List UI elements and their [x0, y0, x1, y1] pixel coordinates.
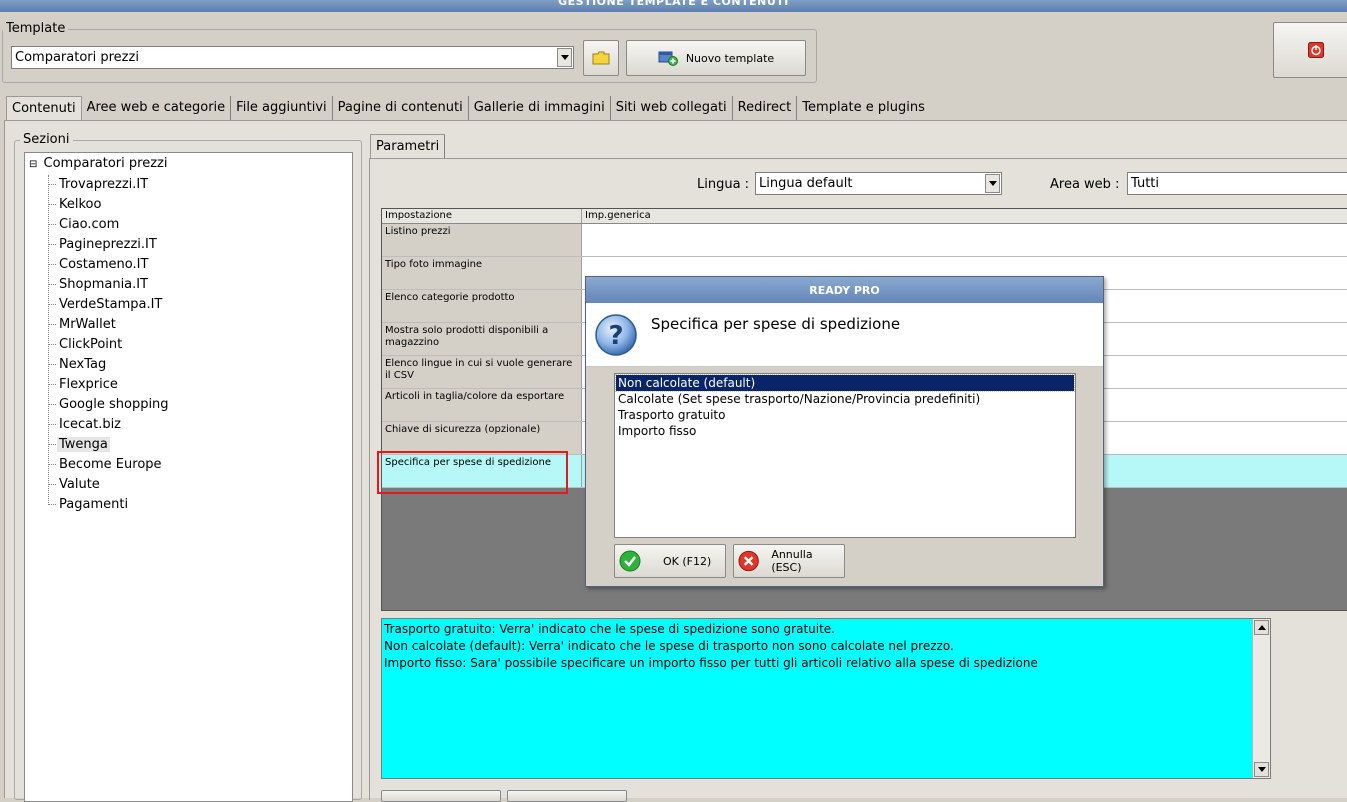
tab-template-plugins[interactable]: Template e plugins	[797, 96, 930, 120]
tree-item[interactable]: Icecat.biz	[49, 415, 123, 435]
scroll-up-icon[interactable]	[1254, 620, 1269, 635]
dialog-heading: Specifica per spese di spedizione	[651, 315, 901, 333]
tree-item[interactable]: Flexprice	[49, 375, 120, 395]
lingua-label: Lingua :	[697, 177, 750, 192]
sections-tree[interactable]: ⊟ Comparatori prezzi Trovaprezzi.IT Kelk…	[24, 152, 353, 802]
new-template-label: Nuovo template	[685, 51, 775, 65]
main-tabs: Contenuti Aree web e categorie File aggi…	[6, 96, 930, 120]
info-text-area[interactable]: Trasporto gratuito: Verra' indicato che …	[381, 618, 1271, 779]
scroll-down-icon[interactable]	[1254, 762, 1269, 777]
option-item[interactable]: Calcolate (Set spese trasporto/Nazione/P…	[616, 391, 1074, 407]
dialog-header: ? Specifica per spese di spedizione	[586, 303, 1103, 367]
tab-gallerie-immagini[interactable]: Gallerie di immagini	[469, 96, 611, 120]
tree-root[interactable]: ⊟ Comparatori prezzi	[29, 156, 167, 171]
lingua-select-value: Lingua default	[759, 176, 853, 191]
info-line: Trasporto gratuito: Verra' indicato che …	[384, 622, 835, 636]
tree-item[interactable]: Pagineprezzi.IT	[49, 235, 159, 255]
cancel-icon	[738, 550, 759, 572]
info-line: Importo fisso: Sara' possibile specifica…	[384, 656, 1038, 670]
tree-item[interactable]: Become Europe	[49, 455, 164, 475]
chevron-down-icon[interactable]	[985, 174, 1000, 193]
option-item[interactable]: Importo fisso	[616, 423, 1074, 439]
tree-item[interactable]: Kelkoo	[49, 195, 103, 215]
highlight-box	[377, 451, 568, 494]
new-template-button[interactable]: Nuovo template	[626, 40, 806, 76]
options-listbox[interactable]: Non calcolate (default) Calcolate (Set s…	[614, 373, 1076, 538]
tree-item[interactable]: Pagamenti	[49, 495, 130, 515]
tab-siti-collegati[interactable]: Siti web collegati	[611, 96, 733, 120]
tab-contenuti[interactable]: Contenuti	[6, 96, 82, 120]
ok-button[interactable]: OK (F12)	[614, 544, 726, 578]
choice-dialog: READY PRO ? Specifica per spese di spedi…	[585, 276, 1104, 587]
area-web-select[interactable]: Tutti	[1127, 172, 1347, 195]
tab-aree-web[interactable]: Aree web e categorie	[82, 96, 232, 120]
open-folder-button[interactable]	[583, 40, 619, 76]
tree-item[interactable]: Google shopping	[49, 395, 171, 415]
window-title: GESTIONE TEMPLATE E CONTENUTI	[0, 0, 1347, 12]
tree-item[interactable]: Shopmania.IT	[49, 275, 150, 295]
tab-file-aggiuntivi[interactable]: File aggiuntivi	[231, 96, 333, 120]
check-icon	[619, 550, 641, 572]
add-window-icon	[658, 51, 678, 66]
tree-item[interactable]: VerdeStampa.IT	[49, 295, 164, 315]
tree-item[interactable]: MrWallet	[49, 315, 118, 335]
ok-label: OK (F12)	[663, 554, 712, 568]
svg-text:?: ?	[608, 321, 623, 351]
chevron-down-icon[interactable]	[557, 48, 572, 67]
template-select[interactable]: Comparatori prezzi	[11, 46, 574, 69]
template-select-value: Comparatori prezzi	[15, 50, 139, 65]
close-button[interactable]	[1273, 22, 1347, 78]
question-icon: ?	[595, 314, 637, 356]
info-line: Non calcolate (default): Verra' indicato…	[384, 639, 954, 653]
sections-legend: Sezioni	[20, 132, 73, 147]
tree-root-label: Comparatori prezzi	[43, 156, 168, 171]
option-item-selected[interactable]: Non calcolate (default)	[615, 374, 1075, 392]
bottom-button[interactable]	[381, 790, 501, 802]
option-item[interactable]: Trasporto gratuito	[616, 407, 1074, 423]
tab-redirect[interactable]: Redirect	[733, 96, 798, 120]
cancel-label: Annulla (ESC)	[771, 548, 813, 574]
tree-item[interactable]: NexTag	[49, 355, 108, 375]
area-web-select-value: Tutti	[1131, 176, 1160, 191]
tab-pagine-contenuti[interactable]: Pagine di contenuti	[333, 96, 469, 120]
folder-icon	[592, 51, 610, 65]
cancel-button[interactable]: Annulla (ESC)	[733, 544, 845, 578]
tree-item[interactable]: Ciao.com	[49, 215, 121, 235]
bottom-button[interactable]	[507, 790, 627, 802]
power-icon	[1308, 42, 1324, 58]
col-impostazione: Impostazione	[382, 209, 582, 223]
tree-item[interactable]: Valute	[49, 475, 102, 495]
tree-item[interactable]: ClickPoint	[49, 335, 124, 355]
template-legend: Template	[3, 21, 69, 36]
lingua-select[interactable]: Lingua default	[755, 172, 1002, 195]
info-scrollbar[interactable]	[1252, 619, 1270, 778]
tab-parametri[interactable]: Parametri	[370, 134, 446, 158]
collapse-icon[interactable]: ⊟	[29, 159, 37, 170]
grid-row[interactable]: Listino prezzi	[382, 224, 1347, 257]
grid-header: Impostazione Imp.generica	[382, 209, 1347, 224]
dialog-title: READY PRO	[586, 277, 1103, 303]
area-web-label: Area web :	[1050, 177, 1120, 192]
tree-item-selected[interactable]: Twenga	[49, 435, 110, 455]
tree-item[interactable]: Trovaprezzi.IT	[49, 175, 150, 195]
tree-item[interactable]: Costameno.IT	[49, 255, 150, 275]
col-imp-generica: Imp.generica	[585, 210, 651, 221]
